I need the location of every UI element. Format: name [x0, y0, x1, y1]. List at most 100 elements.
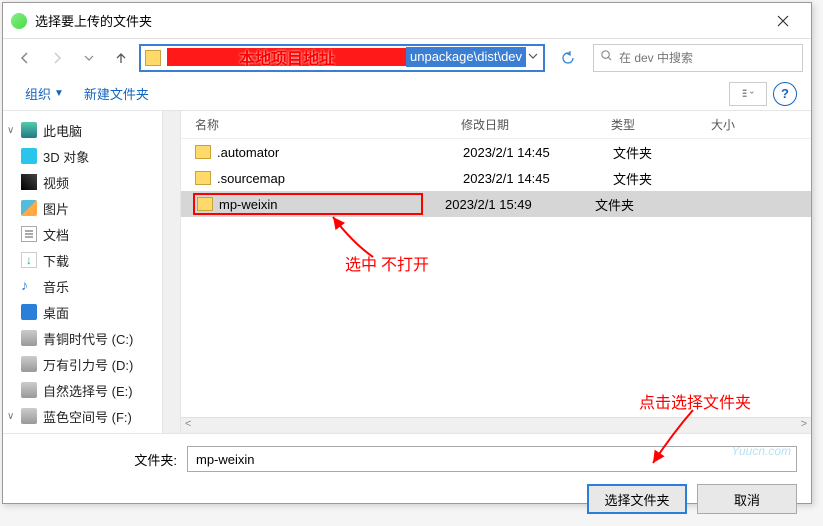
- 3d-icon: [21, 148, 37, 164]
- file-date: 2023/2/1 15:49: [445, 197, 595, 212]
- sidebar[interactable]: ∨此电脑 3D 对象 视频 图片 文档 下载 ♪ 音乐 桌面 青铜时代号 (C:)…: [3, 111, 163, 433]
- select-folder-button[interactable]: 选择文件夹: [587, 484, 687, 514]
- drive-icon: [21, 356, 37, 372]
- file-date: 2023/2/1 14:45: [463, 145, 613, 160]
- sidebar-item-label: 3D 对象: [43, 147, 89, 166]
- back-button[interactable]: [11, 44, 39, 72]
- folder-picker-dialog: 选择要上传的文件夹 本地项目地址 unpackage\dist\dev: [2, 2, 812, 504]
- sidebar-item-label: 视频: [43, 173, 69, 192]
- sidebar-item-drive-f[interactable]: ∨ 蓝色空间号 (F:): [3, 403, 162, 429]
- expand-icon[interactable]: ∨: [7, 125, 14, 136]
- sidebar-item-label: 图片: [43, 199, 69, 218]
- view-icon: [740, 88, 756, 100]
- chevron-down-icon: [527, 50, 539, 62]
- sidebar-item-label: 桌面: [43, 303, 69, 322]
- recent-dropdown[interactable]: [75, 44, 103, 72]
- sidebar-item-videos[interactable]: 视频: [3, 169, 162, 195]
- music-icon: ♪: [21, 278, 37, 294]
- desktop-icon: [21, 304, 37, 320]
- search-input[interactable]: [619, 51, 796, 65]
- new-folder-label: 新建文件夹: [84, 84, 149, 103]
- chevron-down-icon: ▼: [54, 88, 64, 99]
- sidebar-item-documents[interactable]: 文档: [3, 221, 162, 247]
- body-area: ∨此电脑 3D 对象 视频 图片 文档 下载 ♪ 音乐 桌面 青铜时代号 (C:)…: [3, 111, 811, 433]
- folder-name-input[interactable]: [187, 446, 797, 472]
- sidebar-item-drive-d[interactable]: 万有引力号 (D:): [3, 351, 162, 377]
- window-title: 选择要上传的文件夹: [35, 11, 763, 30]
- sidebar-item-label: 自然选择号 (E:): [43, 381, 133, 400]
- folder-icon: [197, 197, 213, 211]
- pc-icon: [21, 122, 37, 138]
- header-name[interactable]: 名称: [181, 116, 461, 133]
- up-button[interactable]: [107, 44, 135, 72]
- folder-label: 文件夹:: [17, 450, 187, 469]
- sidebar-item-label: 文档: [43, 225, 69, 244]
- file-row[interactable]: .sourcemap 2023/2/1 14:45 文件夹: [181, 165, 811, 191]
- forward-arrow-icon: [50, 51, 64, 65]
- sidebar-item-this-pc[interactable]: ∨此电脑: [3, 117, 162, 143]
- search-icon: [600, 49, 613, 67]
- close-icon: [777, 15, 789, 27]
- watermark: Yuucn.com: [731, 444, 791, 458]
- column-headers: 名称 修改日期 类型 大小: [181, 111, 811, 139]
- highlighted-box: mp-weixin: [193, 193, 423, 215]
- file-type: 文件夹: [613, 143, 713, 162]
- folder-icon: [195, 145, 211, 159]
- sidebar-item-drive-e[interactable]: 自然选择号 (E:): [3, 377, 162, 403]
- help-icon: ?: [781, 86, 789, 101]
- footer: 文件夹: 选择文件夹 取消: [3, 433, 811, 526]
- downloads-icon: [21, 252, 37, 268]
- address-path-text: unpackage\dist\dev: [406, 47, 526, 67]
- file-type: 文件夹: [595, 195, 695, 214]
- file-list[interactable]: 名称 修改日期 类型 大小 .automator 2023/2/1 14:45 …: [181, 111, 811, 433]
- file-name: .sourcemap: [217, 171, 463, 186]
- refresh-icon: [561, 51, 575, 65]
- new-folder-button[interactable]: 新建文件夹: [76, 80, 157, 107]
- address-redacted-overlay: [167, 48, 407, 66]
- back-arrow-icon: [18, 51, 32, 65]
- horizontal-scrollbar[interactable]: [181, 417, 811, 433]
- sidebar-item-3d[interactable]: 3D 对象: [3, 143, 162, 169]
- toolbar: 组织 ▼ 新建文件夹 ?: [3, 77, 811, 111]
- file-date: 2023/2/1 14:45: [463, 171, 613, 186]
- drive-icon: [21, 382, 37, 398]
- close-button[interactable]: [763, 7, 803, 35]
- search-box[interactable]: [593, 44, 803, 72]
- file-row-selected[interactable]: mp-weixin 2023/2/1 15:49 文件夹: [181, 191, 811, 217]
- pictures-icon: [21, 200, 37, 216]
- header-size[interactable]: 大小: [711, 116, 771, 133]
- sidebar-item-desktop[interactable]: 桌面: [3, 299, 162, 325]
- titlebar: 选择要上传的文件夹: [3, 3, 811, 39]
- expand-icon[interactable]: ∨: [7, 411, 14, 422]
- drive-icon: [21, 330, 37, 346]
- organize-menu[interactable]: 组织 ▼: [17, 80, 72, 107]
- help-button[interactable]: ?: [773, 82, 797, 106]
- file-name: mp-weixin: [219, 197, 419, 212]
- refresh-button[interactable]: [553, 44, 583, 72]
- header-type[interactable]: 类型: [611, 116, 711, 133]
- drive-icon: [21, 408, 37, 424]
- folder-icon: [195, 171, 211, 185]
- file-area: 名称 修改日期 类型 大小 .automator 2023/2/1 14:45 …: [163, 111, 811, 433]
- sidebar-item-label: 音乐: [43, 277, 69, 296]
- sidebar-item-downloads[interactable]: 下载: [3, 247, 162, 273]
- documents-icon: [21, 226, 37, 242]
- app-icon: [11, 13, 27, 29]
- nav-bar: 本地项目地址 unpackage\dist\dev: [3, 39, 811, 77]
- sidebar-item-drive-c[interactable]: 青铜时代号 (C:): [3, 325, 162, 351]
- forward-button[interactable]: [43, 44, 71, 72]
- folder-icon: [145, 50, 161, 66]
- sidebar-item-label: 青铜时代号 (C:): [43, 329, 133, 348]
- sidebar-item-music[interactable]: ♪ 音乐: [3, 273, 162, 299]
- sidebar-item-label: 蓝色空间号 (F:): [43, 407, 132, 426]
- cancel-button[interactable]: 取消: [697, 484, 797, 514]
- header-date[interactable]: 修改日期: [461, 116, 611, 133]
- file-name: .automator: [217, 145, 463, 160]
- sidebar-item-pictures[interactable]: 图片: [3, 195, 162, 221]
- address-bar[interactable]: 本地项目地址 unpackage\dist\dev: [139, 44, 545, 72]
- scroll-gutter[interactable]: [163, 111, 181, 433]
- file-row[interactable]: .automator 2023/2/1 14:45 文件夹: [181, 139, 811, 165]
- view-options-button[interactable]: [729, 82, 767, 106]
- folder-name-row: 文件夹:: [17, 446, 797, 472]
- file-type: 文件夹: [613, 169, 713, 188]
